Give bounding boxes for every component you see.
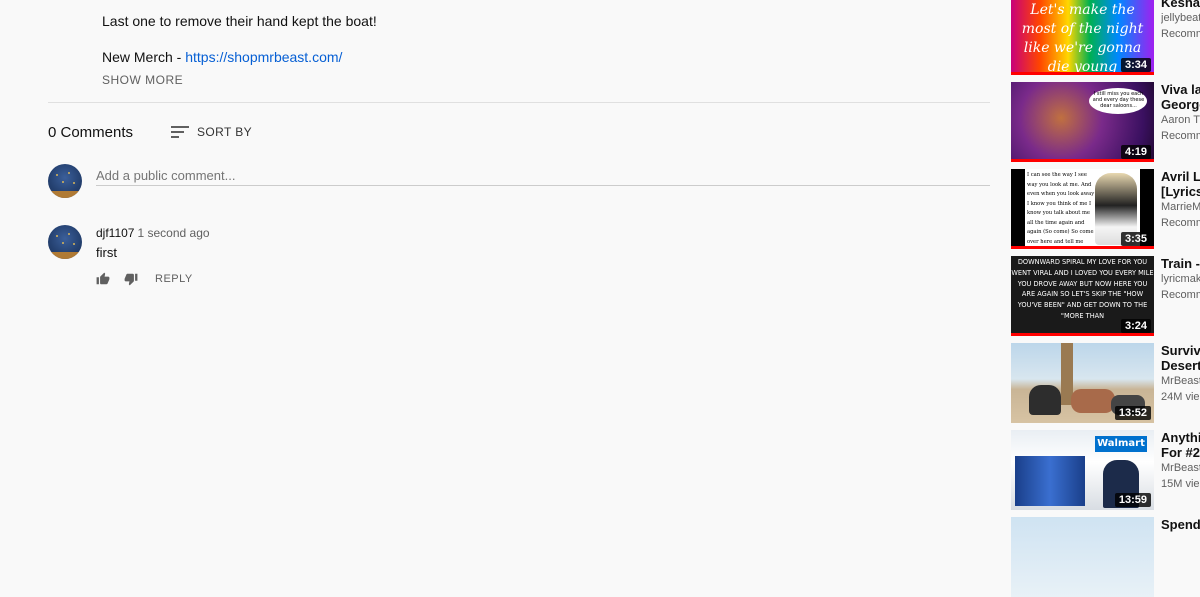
divider [48, 102, 990, 103]
comment-time[interactable]: 1 second ago [137, 226, 209, 240]
video-thumbnail[interactable]: I can see the way I see way you look at … [1011, 169, 1154, 249]
video-recommended: Recomm [1161, 130, 1200, 142]
recommendation-item[interactable]: I still miss you each and every day thes… [1011, 82, 1200, 162]
video-title-line2[interactable]: Deserte [1161, 358, 1200, 373]
comment-actions: REPLY [96, 270, 193, 288]
thumbs-up-icon [96, 272, 110, 285]
thumbs-down-icon [124, 273, 138, 286]
sort-by-button[interactable]: SORT BY [171, 125, 252, 139]
thumbnail-text: I still miss you each and every day thes… [1092, 91, 1145, 109]
watched-progress-bar [1011, 246, 1154, 249]
comments-header: 0 Comments SORT BY [48, 118, 252, 146]
show-more-button[interactable]: SHOW MORE [102, 73, 183, 87]
video-duration: 3:34 [1120, 58, 1151, 72]
video-recommended: Recomm [1161, 289, 1200, 301]
video-meta: Kesha - jellybeat Recomm [1161, 0, 1200, 42]
merch-line: New Merch - https://shopmrbeast.com/ [102, 49, 342, 65]
like-button[interactable] [96, 272, 110, 286]
video-meta: Viva la George Aaron T Recomm [1161, 82, 1200, 144]
watched-progress-bar [1011, 333, 1154, 336]
thumbnail-text: Walmart [1097, 438, 1145, 449]
comment-header: djf1107 1 second ago [96, 226, 210, 240]
sort-by-label: SORT BY [197, 125, 253, 139]
video-views: 15M vie [1161, 478, 1200, 490]
video-channel[interactable]: jellybeat [1161, 10, 1200, 26]
video-recommended: Recomm [1161, 217, 1200, 229]
video-meta: Train - I lyricmak Recomm [1161, 256, 1200, 303]
video-title[interactable]: Avril La [1161, 169, 1200, 184]
video-title-line2[interactable]: [Lyrics/ [1161, 184, 1200, 199]
merch-prefix: New Merch - [102, 49, 186, 65]
video-views: 24M vie [1161, 391, 1200, 403]
sort-icon [171, 125, 190, 139]
video-thumbnail[interactable]: 13:52 [1011, 343, 1154, 423]
video-meta: Anythin For #2 MrBeast 15M vie [1161, 430, 1200, 492]
video-channel[interactable]: MrBeast [1161, 373, 1200, 389]
comment-author-avatar[interactable] [48, 225, 82, 259]
thumbnail-text: DOWNWARD SPIRAL MY LOVE FOR YOU WENT VIR… [1011, 258, 1154, 320]
video-channel[interactable]: Aaron T [1161, 112, 1200, 128]
video-title[interactable]: Viva la [1161, 82, 1200, 97]
recommendation-item[interactable]: I can see the way I see way you look at … [1011, 169, 1200, 249]
video-thumbnail[interactable]: Let's make the most of the night like we… [1011, 0, 1154, 75]
description-text: Last one to remove their hand kept the b… [102, 13, 377, 29]
video-title[interactable]: Kesha - [1161, 0, 1200, 10]
user-avatar [48, 164, 82, 198]
recommendation-item[interactable]: Let's make the most of the night like we… [1011, 0, 1200, 75]
video-title-line2[interactable]: George [1161, 97, 1200, 112]
video-channel[interactable]: lyricmak [1161, 271, 1200, 287]
recommendation-item[interactable]: DOWNWARD SPIRAL MY LOVE FOR YOU WENT VIR… [1011, 256, 1200, 336]
recommendation-item[interactable]: 13:52 Survivin Deserte MrBeast 24M vie [1011, 343, 1200, 423]
video-duration: 13:52 [1114, 406, 1151, 420]
watched-progress-bar [1011, 72, 1154, 75]
watched-progress-bar [1011, 159, 1154, 162]
video-thumbnail[interactable]: DOWNWARD SPIRAL MY LOVE FOR YOU WENT VIR… [1011, 256, 1154, 336]
video-thumbnail[interactable]: I still miss you each and every day thes… [1011, 82, 1154, 162]
video-channel[interactable]: MrBeast [1161, 460, 1200, 476]
video-meta: Spendi [1161, 517, 1200, 532]
add-comment-input[interactable] [96, 166, 990, 186]
video-title[interactable]: Anythin [1161, 430, 1200, 445]
reply-button[interactable]: REPLY [155, 273, 193, 285]
merch-link[interactable]: https://shopmrbeast.com/ [185, 49, 342, 65]
recommendation-item[interactable]: Walmart 13:59 Anythin For #2 MrBeast 15M… [1011, 430, 1200, 510]
video-duration: 3:24 [1120, 319, 1151, 333]
video-title[interactable]: Survivin [1161, 343, 1200, 358]
comment-author[interactable]: djf1107 [96, 226, 134, 240]
thumbnail-text: I can see the way I see way you look at … [1027, 172, 1095, 249]
video-thumbnail[interactable]: Walmart 13:59 [1011, 430, 1154, 510]
video-recommended: Recomm [1161, 28, 1200, 40]
video-title[interactable]: Train - I [1161, 256, 1200, 271]
video-meta: Avril La [Lyrics/ MarrieM Recomm [1161, 169, 1200, 231]
video-channel[interactable]: MarrieM [1161, 199, 1200, 215]
video-duration: 4:19 [1120, 145, 1151, 159]
recommendation-item[interactable]: Spendi [1011, 517, 1200, 597]
video-title-line2[interactable]: For #2 [1161, 445, 1200, 460]
video-duration: 13:59 [1114, 493, 1151, 507]
dislike-button[interactable] [124, 272, 138, 286]
video-thumbnail[interactable] [1011, 517, 1154, 597]
video-meta: Survivin Deserte MrBeast 24M vie [1161, 343, 1200, 405]
video-title[interactable]: Spendi [1161, 517, 1200, 532]
video-duration: 3:35 [1120, 232, 1151, 246]
comment-count: 0 Comments [48, 123, 134, 141]
comment-text: first [96, 245, 117, 260]
